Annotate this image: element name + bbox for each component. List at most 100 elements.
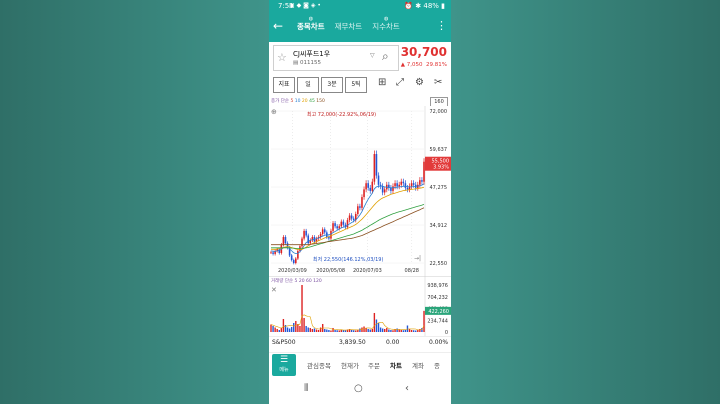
volume-bar <box>313 328 316 332</box>
favorite-star-icon[interactable]: ☆ <box>277 51 287 64</box>
candle-body <box>305 230 307 236</box>
candle-body <box>375 154 378 176</box>
nav-more[interactable]: 종 <box>434 353 440 379</box>
volume-bar <box>410 329 413 332</box>
volume-bar <box>309 327 311 332</box>
candle-body <box>342 221 345 225</box>
candle-body <box>350 215 353 219</box>
volume-bar <box>280 327 283 332</box>
volume-bar <box>297 323 299 332</box>
nav-current-price[interactable]: 현재가 <box>341 353 359 379</box>
volume-bar <box>415 330 417 332</box>
candle-body <box>410 183 413 187</box>
stock-code: ▤ 011155 <box>293 60 321 66</box>
volume-bar <box>353 330 355 332</box>
candle-body <box>334 223 336 227</box>
candle-body <box>323 229 326 233</box>
stock-search-box[interactable]: ☆ CJ씨푸드1우 ▤ 011155 ▽ ⌕ <box>273 45 399 71</box>
more-vert-icon[interactable]: ⋮ <box>436 19 447 32</box>
nav-account[interactable]: 계좌 <box>412 353 424 379</box>
candle-body <box>398 184 400 187</box>
x-tick-label: 2020/07/03 <box>353 268 382 274</box>
volume-bar <box>307 327 309 332</box>
volume-bar <box>336 330 338 332</box>
candle-body <box>377 175 380 185</box>
tab-stock-chart[interactable]: ◍ 종목차트 <box>297 12 325 42</box>
fullscreen-icon[interactable]: ⤢ <box>396 77 404 88</box>
volume-chart[interactable]: 거래량 단순 5 20 60 120✕938,976704,232469,488… <box>269 276 451 336</box>
y-tick-label: 22,550 <box>430 261 448 267</box>
candle-body <box>346 220 349 228</box>
period-day-button[interactable]: 일 <box>297 77 319 93</box>
volume-bar <box>377 322 380 332</box>
candle-body <box>270 252 272 254</box>
home-icon[interactable]: ○ <box>354 383 363 394</box>
volume-bar <box>375 319 378 332</box>
recent-apps-icon[interactable]: ⦀ <box>304 383 308 394</box>
candle-body <box>365 183 367 190</box>
indicator-button[interactable]: 지표 <box>273 77 295 93</box>
candle-body <box>402 181 405 184</box>
volume-bar <box>359 328 361 332</box>
status-notification-icons: ▣ ◆ ◙ ◈ • <box>289 2 321 9</box>
menu-label: 메뉴 <box>279 367 289 373</box>
background-left <box>0 0 269 404</box>
candle-body <box>396 183 398 187</box>
settings-gear-icon[interactable]: ⚙ <box>415 77 424 88</box>
nav-chart[interactable]: 차트 <box>390 353 402 379</box>
volume-bar <box>423 310 425 332</box>
nav-order[interactable]: 주문 <box>368 353 380 379</box>
candle-body <box>303 230 305 239</box>
candle-body <box>367 183 369 188</box>
index-name: S&P500 <box>272 339 296 346</box>
grid-layout-icon[interactable]: ⊞ <box>378 77 386 88</box>
candle-body <box>423 161 425 182</box>
volume-bar <box>272 325 274 332</box>
index-ticker[interactable]: S&P500 3,839.50 0.00 0.00% <box>269 336 451 349</box>
bottom-nav: ☰ 메뉴 관심종목 현재가 주문 차트 계좌 종 <box>269 352 451 379</box>
candle-body <box>340 221 343 227</box>
volume-bar <box>371 328 374 332</box>
menu-button[interactable]: ☰ 메뉴 <box>272 354 296 376</box>
chart-tabs: ◍ 종목차트 재무차트 ◍ 지수차트 <box>297 12 400 42</box>
volume-bar <box>381 328 384 332</box>
candle-body <box>419 180 421 185</box>
android-back-icon[interactable]: ‹ <box>405 383 409 394</box>
candle-body <box>373 154 376 182</box>
back-arrow-icon[interactable]: ← <box>273 19 283 33</box>
tab-dot-icon: ◍ <box>308 16 314 22</box>
search-icon[interactable]: ⌕ <box>382 49 389 64</box>
nav-watchlist[interactable]: 관심종목 <box>307 353 331 379</box>
change-percent: 29.81% <box>426 62 447 68</box>
ma-20: 20 <box>301 99 308 104</box>
candle-body <box>282 237 285 245</box>
chart-toolbar: 지표 일 3분 5틱 ⊞ ⤢ ⚙ ✂ <box>269 75 451 95</box>
x-tick-label: 2020/03/09 <box>278 268 307 274</box>
tab-index-chart[interactable]: ◍ 지수차트 <box>372 12 400 42</box>
candle-body <box>404 183 407 188</box>
volume-bar <box>398 329 400 332</box>
tools-icon[interactable]: ✂ <box>434 77 442 88</box>
current-price: 30,700 <box>400 45 447 59</box>
x-tick-label: 08/28 <box>405 268 419 274</box>
volume-bar <box>350 329 353 332</box>
candle-body <box>369 187 372 191</box>
status-bar: 7:51 ▣ ◆ ◙ ◈ • ⏰ ✱ 48% ▮ <box>269 0 451 12</box>
volume-bar <box>293 322 295 332</box>
index-value: 3,839.50 <box>339 339 366 346</box>
candle-body <box>371 181 374 191</box>
stock-name: CJ씨푸드1우 <box>293 50 331 58</box>
period-5tick-button[interactable]: 5틱 <box>345 77 367 93</box>
volume-bar <box>328 329 330 332</box>
volume-bar <box>301 285 303 332</box>
period-3min-button[interactable]: 3분 <box>321 77 343 93</box>
volume-bar <box>404 329 407 332</box>
tab-dot-icon: ◍ <box>384 16 389 22</box>
tab-financial-chart[interactable]: 재무차트 <box>335 12 363 42</box>
volume-bar <box>299 325 301 332</box>
min-annotation: 최저 22,550(146.12%,03/19) <box>313 256 383 263</box>
chevron-down-icon[interactable]: ▽ <box>370 52 375 59</box>
price-chart[interactable]: 72,000 59,637 47,275 34,912 22,550 최고 72,000(… <box>269 106 451 276</box>
volume-bar <box>334 329 336 332</box>
ma-150: 150 <box>316 99 325 104</box>
